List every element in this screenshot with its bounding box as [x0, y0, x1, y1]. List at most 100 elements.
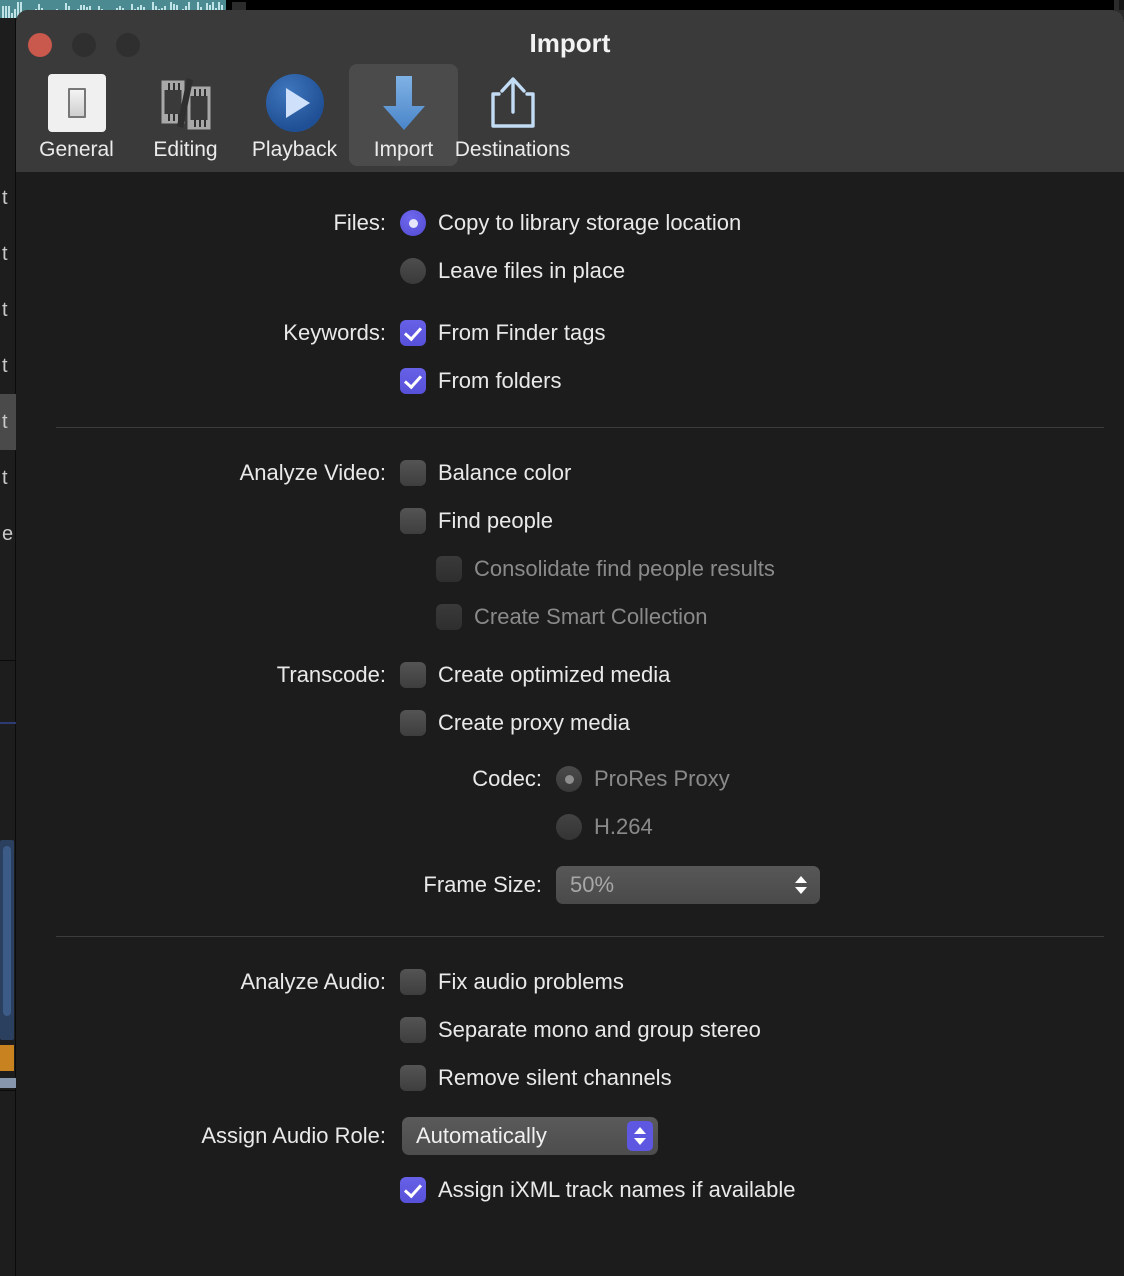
transcode-row: Transcode: Create optimized media — [16, 662, 1124, 688]
transcode-label: Transcode: — [276, 662, 386, 687]
checkbox-separate-mono-group-stereo-label: Separate mono and group stereo — [438, 1017, 761, 1042]
toolbar-tab-playback-label: Playback — [251, 138, 338, 161]
codec-row: Codec: ProRes Proxy — [16, 766, 1124, 792]
toolbar-tab-editing-label: Editing — [153, 138, 218, 161]
analyze-video-row: Analyze Video: Balance color — [16, 460, 1124, 486]
checkbox-find-people-label: Find people — [438, 508, 553, 533]
background-accent-line — [0, 722, 16, 724]
checkbox-assign-ixml-track-names-label: Assign iXML track names if available — [438, 1177, 796, 1202]
toolbar-tab-general[interactable]: General — [22, 64, 131, 166]
toolbar-tab-import[interactable]: Import — [349, 64, 458, 166]
files-label: Files: — [333, 210, 386, 235]
toolbar-tab-destinations[interactable]: Destinations — [455, 64, 570, 166]
checkbox-create-optimized-media-label: Create optimized media — [438, 662, 671, 687]
list-item: e — [2, 523, 14, 545]
background-divider — [0, 1090, 16, 1091]
assign-audio-role-row: Assign Audio Role: Automatically — [16, 1117, 1124, 1155]
checkbox-create-smart-collection-label: Create Smart Collection — [474, 604, 708, 629]
frame-size-row: Frame Size: 50% — [16, 866, 1124, 904]
frame-size-value: 50% — [570, 872, 615, 897]
analyze-audio-row-3: Remove silent channels — [16, 1065, 1124, 1091]
assign-ixml-row: Assign iXML track names if available — [16, 1177, 1124, 1203]
checkbox-consolidate-find-people-results-label: Consolidate find people results — [474, 556, 775, 581]
list-item: t — [2, 299, 8, 321]
checkbox-from-finder-tags-label: From Finder tags — [438, 320, 606, 345]
divider-1 — [56, 427, 1104, 428]
toggle-switch-icon — [47, 70, 106, 136]
checkbox-from-folders[interactable] — [400, 368, 426, 394]
toolbar-tab-editing[interactable]: Editing — [131, 64, 240, 166]
radio-prores-proxy-label: ProRes Proxy — [594, 766, 730, 791]
analyze-audio-row: Analyze Audio: Fix audio problems — [16, 969, 1124, 995]
radio-leave-files-in-place-label: Leave files in place — [438, 258, 626, 283]
codec-row-2: H.264 — [16, 814, 1124, 840]
radio-h264-label: H.264 — [594, 814, 653, 839]
checkbox-balance-color[interactable] — [400, 460, 426, 486]
checkbox-create-smart-collection — [436, 604, 462, 630]
frame-size-label: Frame Size: — [423, 872, 542, 897]
keywords-row: Keywords: From Finder tags — [16, 320, 1124, 346]
import-preferences-window: Import General Editing Playback Import D… — [16, 10, 1124, 1276]
checkbox-fix-audio-problems[interactable] — [400, 969, 426, 995]
analyze-audio-row-2: Separate mono and group stereo — [16, 1017, 1124, 1043]
analyze-video-row-3: Consolidate find people results — [16, 556, 1124, 582]
chevron-up-down-icon — [788, 870, 814, 900]
checkbox-assign-ixml-track-names[interactable] — [400, 1177, 426, 1203]
assign-audio-role-label: Assign Audio Role: — [201, 1123, 386, 1148]
radio-copy-to-library-label: Copy to library storage location — [438, 210, 742, 235]
checkbox-fix-audio-problems-label: Fix audio problems — [438, 969, 624, 994]
analyze-audio-label: Analyze Audio: — [240, 969, 386, 994]
checkbox-separate-mono-group-stereo[interactable] — [400, 1017, 426, 1043]
checkbox-find-people[interactable] — [400, 508, 426, 534]
keywords-label: Keywords: — [283, 320, 386, 345]
preferences-toolbar: General Editing Playback Import Destinat… — [22, 64, 570, 166]
list-item: t — [2, 355, 8, 377]
toolbar-tab-playback[interactable]: Playback — [240, 64, 349, 166]
timeline-filmstrip — [0, 1078, 16, 1088]
divider-2 — [56, 936, 1104, 937]
files-row: Files: Copy to library storage location — [16, 210, 1124, 236]
checkbox-create-proxy-media[interactable] — [400, 710, 426, 736]
share-export-icon — [484, 70, 542, 136]
toolbar-tab-import-label: Import — [373, 138, 434, 161]
list-item: t — [0, 394, 16, 450]
film-strips-icon — [157, 70, 215, 136]
background-divider — [0, 660, 16, 661]
list-item: t — [2, 243, 8, 265]
assign-audio-role-popup[interactable]: Automatically — [402, 1117, 658, 1155]
radio-leave-files-in-place[interactable] — [400, 258, 426, 284]
background-sidebar-list: t t t t t t e — [0, 170, 16, 562]
list-item: t — [2, 187, 8, 209]
timeline-clip — [3, 846, 11, 1016]
checkbox-create-proxy-media-label: Create proxy media — [438, 710, 630, 735]
list-item: t — [2, 467, 8, 489]
toolbar-tab-general-label: General — [39, 138, 114, 161]
checkbox-remove-silent-channels[interactable] — [400, 1065, 426, 1091]
frame-size-popup: 50% — [556, 866, 820, 904]
chevron-up-down-icon[interactable] — [627, 1121, 653, 1151]
checkbox-create-optimized-media[interactable] — [400, 662, 426, 688]
checkbox-consolidate-find-people-results — [436, 556, 462, 582]
radio-h264 — [556, 814, 582, 840]
background-right-nub-inner — [1119, 0, 1124, 10]
checkbox-from-finder-tags[interactable] — [400, 320, 426, 346]
files-row-2: Leave files in place — [16, 258, 1124, 284]
preferences-content: Files: Copy to library storage location … — [16, 172, 1124, 1276]
window-title: Import — [529, 28, 611, 58]
analyze-video-row-4: Create Smart Collection — [16, 604, 1124, 630]
transcode-row-2: Create proxy media — [16, 710, 1124, 736]
toolbar-tab-destinations-label: Destinations — [454, 138, 571, 161]
checkbox-from-folders-label: From folders — [438, 368, 562, 393]
codec-label: Codec: — [472, 766, 542, 791]
analyze-video-row-2: Find people — [16, 508, 1124, 534]
timeline-marker — [0, 1045, 14, 1071]
radio-prores-proxy — [556, 766, 582, 792]
download-arrow-icon — [375, 70, 433, 136]
keywords-row-2: From folders — [16, 368, 1124, 394]
checkbox-remove-silent-channels-label: Remove silent channels — [438, 1065, 672, 1090]
window-titlebar: Import General Editing Playback Import D… — [16, 10, 1124, 172]
assign-audio-role-value: Automatically — [416, 1123, 547, 1148]
analyze-video-label: Analyze Video: — [239, 460, 386, 485]
checkbox-balance-color-label: Balance color — [438, 460, 572, 485]
radio-copy-to-library[interactable] — [400, 210, 426, 236]
